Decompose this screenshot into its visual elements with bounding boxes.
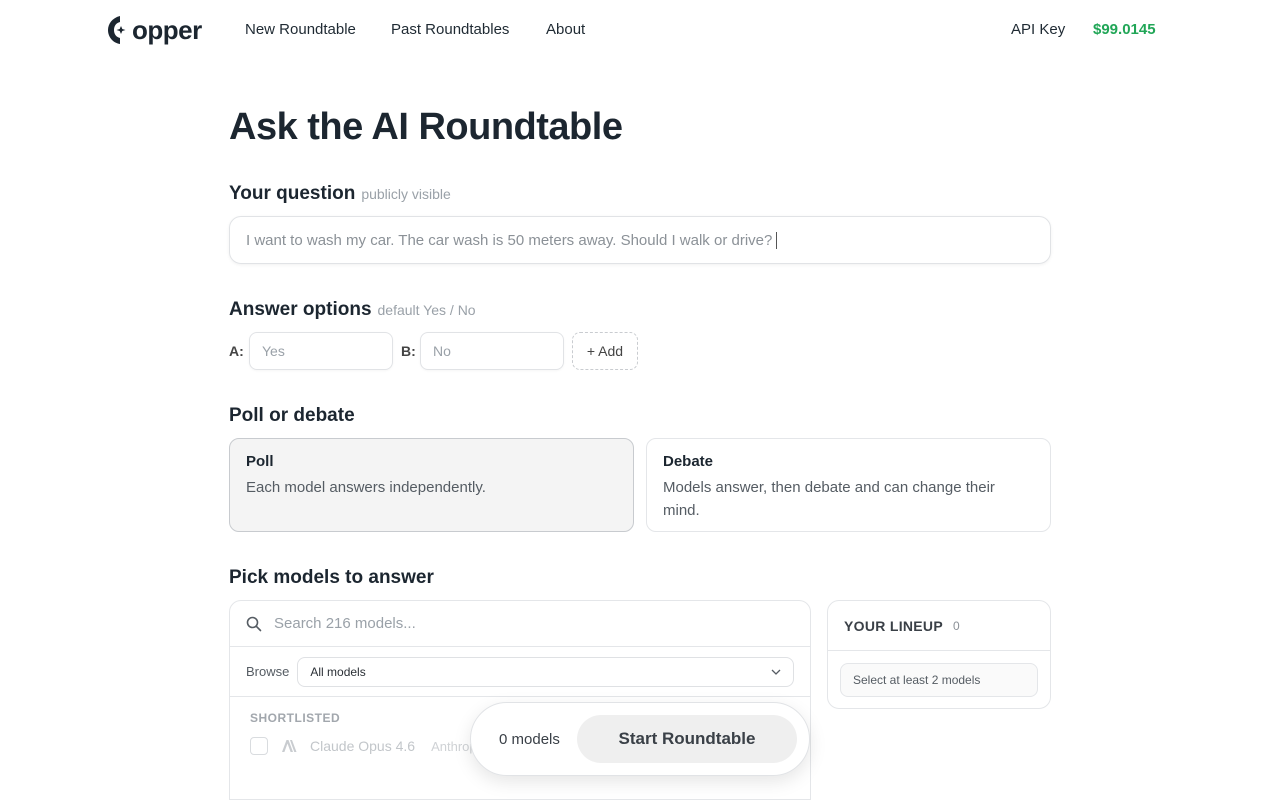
question-input[interactable]: I want to wash my car. The car wash is 5…: [229, 216, 1051, 264]
lineup-empty-state: Select at least 2 models: [840, 663, 1038, 697]
question-section-title: Your question publicly visible: [229, 183, 451, 205]
lineup-panel: YOUR LINEUP 0 Select at least 2 models: [827, 600, 1051, 709]
mode-name: Poll: [246, 453, 274, 470]
nav-past-roundtables[interactable]: Past Roundtables: [391, 21, 509, 38]
answer-options-title: Answer options default Yes / No: [229, 299, 476, 321]
browse-value: All models: [310, 664, 366, 679]
option-b-label: B:: [401, 343, 416, 359]
nav-about[interactable]: About: [546, 21, 585, 38]
mode-description: Each model answers independently.: [246, 479, 486, 496]
mode-card-debate[interactable]: Debate Models answer, then debate and ca…: [646, 438, 1051, 532]
add-option-button[interactable]: + Add: [572, 332, 638, 370]
question-hint: publicly visible: [361, 186, 451, 202]
lineup-count: 0: [952, 618, 960, 633]
browse-label: Browse: [246, 664, 290, 679]
lineup-title: YOUR LINEUP: [844, 617, 943, 634]
mode-card-poll[interactable]: Poll Each model answers independently.: [229, 438, 634, 532]
action-bar: 0 models Start Roundtable: [470, 702, 810, 776]
mode-name: Debate: [663, 453, 714, 470]
chevron-down-icon: [771, 669, 781, 675]
balance-display[interactable]: $99.0145: [1093, 21, 1156, 38]
page-title: Ask the AI Roundtable: [229, 106, 623, 148]
start-roundtable-button[interactable]: Start Roundtable: [577, 715, 797, 763]
selected-models-count: 0 models: [499, 730, 560, 748]
answer-options-label: Answer options: [229, 299, 372, 320]
model-name: Claude Opus 4.6: [310, 738, 416, 754]
top-nav: opper New Roundtable Past Roundtables Ab…: [0, 0, 1280, 60]
question-label: Your question: [229, 183, 356, 204]
search-icon: [246, 616, 262, 631]
browse-row: Browse All models: [230, 647, 810, 697]
opper-logo[interactable]: opper: [106, 14, 202, 46]
anthropic-logo-icon: [282, 740, 297, 752]
logo-text: opper: [132, 15, 202, 45]
option-a-input[interactable]: Yes: [249, 332, 393, 370]
opper-logo-icon: [108, 16, 126, 44]
model-search-input[interactable]: Search 216 models...: [230, 601, 810, 647]
model-checkbox[interactable]: [250, 737, 268, 755]
option-a-label: A:: [229, 343, 244, 359]
option-b-input[interactable]: No: [420, 332, 564, 370]
mode-section-title: Poll or debate: [229, 405, 355, 426]
api-key-link[interactable]: API Key: [1011, 21, 1065, 38]
option-b-placeholder: No: [433, 343, 451, 359]
lineup-header: YOUR LINEUP 0: [828, 601, 1050, 651]
answer-options-hint: default Yes / No: [377, 302, 476, 318]
browse-select[interactable]: All models: [297, 656, 794, 687]
nav-new-roundtable[interactable]: New Roundtable: [245, 21, 356, 38]
question-text: I want to wash my car. The car wash is 5…: [246, 231, 773, 249]
text-caret: [776, 231, 778, 249]
models-section-title: Pick models to answer: [229, 567, 434, 588]
option-a-placeholder: Yes: [262, 343, 285, 359]
search-placeholder: Search 216 models...: [274, 615, 416, 632]
mode-description: Models answer, then debate and can chang…: [663, 479, 995, 519]
